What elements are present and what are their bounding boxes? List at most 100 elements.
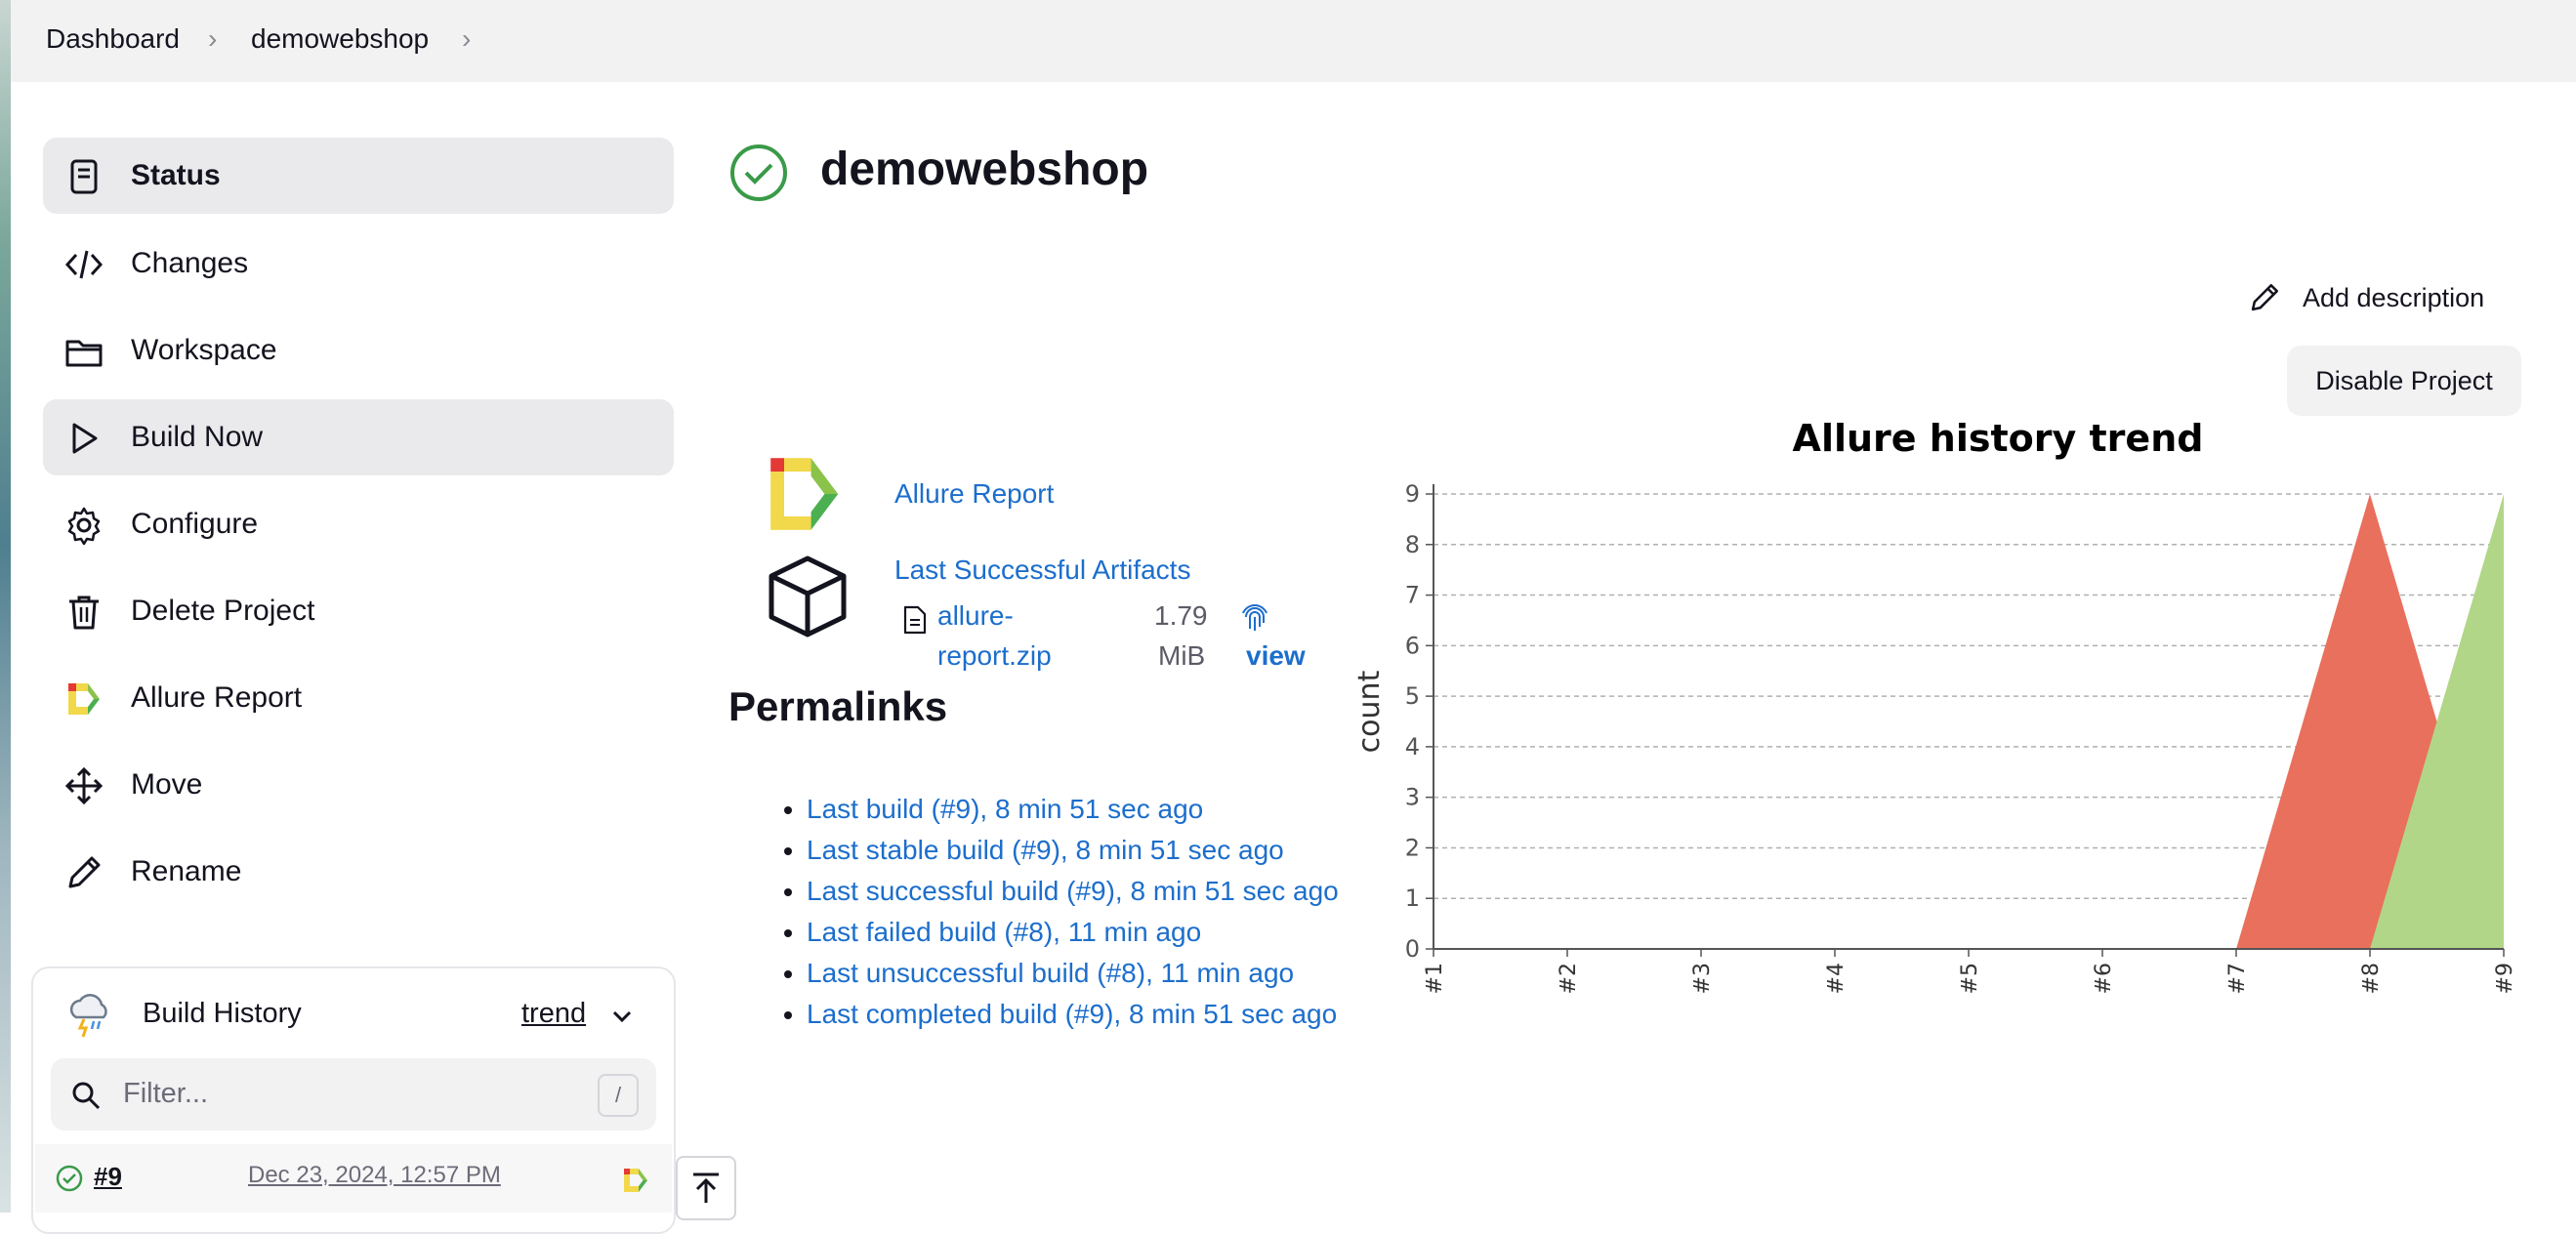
scroll-to-top-button[interactable]: [676, 1156, 736, 1220]
desktop-background-strip: [0, 0, 11, 1213]
sidebar-item-changes[interactable]: Changes: [43, 226, 674, 302]
allure-logo-icon: [68, 683, 100, 715]
add-description-label: Add description: [2303, 283, 2485, 312]
y-axis-label: count: [1352, 670, 1387, 753]
y-tick-label: 1: [1405, 884, 1420, 912]
sidebar-item-label: Build Now: [131, 421, 264, 453]
sidebar-item-rename[interactable]: Rename: [43, 834, 674, 910]
build-history-panel: Build History trend Filter... / #9 Dec 2…: [31, 967, 676, 1234]
y-tick-label: 7: [1405, 582, 1420, 609]
artifact-link-line1[interactable]: allure-: [937, 600, 1014, 632]
folder-icon: [65, 340, 103, 367]
x-tick-label: #7: [2225, 963, 2250, 994]
play-icon: [72, 423, 98, 454]
last-successful-artifacts-link[interactable]: Last Successful Artifacts: [894, 555, 1190, 586]
code-icon: [64, 250, 104, 279]
trend-link[interactable]: trend: [521, 998, 586, 1030]
y-tick-label: 3: [1405, 784, 1420, 811]
breadcrumb-dashboard[interactable]: Dashboard: [46, 23, 180, 55]
document-icon: [70, 159, 98, 194]
allure-report-link[interactable]: Allure Report: [894, 478, 1054, 510]
series-area-failed: [1433, 494, 2504, 949]
x-tick-label: #1: [1423, 963, 1447, 994]
pencil-icon: [2251, 283, 2279, 311]
filter-box[interactable]: Filter... /: [51, 1058, 656, 1131]
permalink-last-unsuccessful-build[interactable]: Last unsuccessful build (#8), 11 min ago: [807, 958, 1294, 988]
permalink-last-successful-build[interactable]: Last successful build (#9), 8 min 51 sec…: [807, 876, 1339, 906]
y-tick-label: 8: [1405, 531, 1420, 558]
x-tick-label: #3: [1690, 963, 1715, 994]
file-icon: [903, 605, 927, 635]
permalink-last-build[interactable]: Last build (#9), 8 min 51 sec ago: [807, 794, 1203, 824]
build-date-link[interactable]: Dec 23, 2024, 12:57 PM: [248, 1162, 501, 1189]
list-item: Last completed build (#9), 8 min 51 sec …: [807, 994, 1412, 1035]
artifact-view-link[interactable]: view: [1246, 640, 1306, 672]
y-tick-label: 9: [1405, 480, 1420, 508]
fingerprint-icon[interactable]: [1240, 601, 1269, 633]
allure-logo-icon[interactable]: [621, 1166, 650, 1195]
list-item: Last failed build (#8), 11 min ago: [807, 912, 1412, 953]
filter-input[interactable]: Filter...: [123, 1078, 208, 1110]
trash-icon: [69, 596, 99, 630]
sidebar-item-label: Workspace: [131, 334, 277, 366]
sidebar-item-delete-project[interactable]: Delete Project: [43, 573, 674, 649]
chevron-right-icon[interactable]: ›: [462, 23, 471, 55]
y-tick-label: 4: [1405, 733, 1420, 761]
sidebar-item-label: Allure Report: [131, 681, 303, 714]
breadcrumb-project[interactable]: demowebshop: [251, 23, 429, 55]
breadcrumb-bar: Dashboard › demowebshop ›: [11, 0, 2576, 82]
x-tick-label: #6: [2092, 963, 2116, 994]
disable-project-button[interactable]: Disable Project: [2287, 346, 2521, 416]
sidebar-item-label: Configure: [131, 508, 259, 540]
sidebar-item-move[interactable]: Move: [43, 747, 674, 823]
x-tick-label: #4: [1824, 963, 1849, 994]
permalinks-heading: Permalinks: [728, 683, 948, 729]
success-check-icon: [730, 144, 787, 201]
artifact-size-value: 1.79: [1154, 600, 1208, 631]
x-tick-label: #8: [2359, 963, 2384, 994]
pencil-icon: [68, 856, 101, 888]
permalink-last-failed-build[interactable]: Last failed build (#8), 11 min ago: [807, 917, 1201, 947]
sidebar-item-label: Delete Project: [131, 595, 315, 627]
sidebar-item-label: Move: [131, 768, 203, 801]
list-item: Last unsuccessful build (#8), 11 min ago: [807, 953, 1412, 994]
list-item: Last build (#9), 8 min 51 sec ago: [807, 789, 1412, 830]
weather-cloud-storm-icon: [69, 994, 107, 1038]
permalink-last-stable-build[interactable]: Last stable build (#9), 8 min 51 sec ago: [807, 835, 1284, 865]
x-tick-label: #9: [2493, 963, 2517, 994]
sidebar-item-label: Rename: [131, 855, 242, 887]
page-title: demowebshop: [820, 144, 1149, 195]
list-item: Last stable build (#9), 8 min 51 sec ago: [807, 830, 1412, 871]
sidebar-item-build-now[interactable]: Build Now: [43, 399, 674, 475]
sidebar-item-workspace[interactable]: Workspace: [43, 312, 674, 389]
chevron-right-icon: ›: [208, 23, 218, 54]
package-box-icon: [769, 555, 847, 638]
arrow-up-to-line-icon: [693, 1172, 719, 1203]
sidebar-item-configure[interactable]: Configure: [43, 486, 674, 562]
y-tick-label: 2: [1405, 834, 1420, 861]
success-check-icon: [56, 1165, 83, 1192]
artifact-size-unit: MiB: [1158, 640, 1206, 671]
list-item: Last successful build (#9), 8 min 51 sec…: [807, 871, 1412, 912]
y-tick-label: 6: [1405, 632, 1420, 659]
permalinks-list: Last build (#9), 8 min 51 sec ago Last s…: [773, 789, 1412, 1035]
y-tick-label: 0: [1405, 935, 1420, 963]
allure-history-trend-chart[interactable]: Allure history trend 0 1 2 3 4 5 6 7 8 9 #1 #2 #3 #4 #5…: [1348, 410, 2539, 1015]
search-icon: [72, 1082, 101, 1110]
sidebar-item-status[interactable]: Status: [43, 138, 674, 214]
chevron-down-icon[interactable]: [609, 1004, 635, 1029]
move-arrows-icon: [64, 766, 104, 805]
sidebar-item-allure-report[interactable]: Allure Report: [43, 660, 674, 736]
sidebar-item-label: Changes: [131, 247, 249, 279]
y-tick-label: 5: [1405, 682, 1420, 710]
gear-icon: [67, 507, 101, 545]
permalink-last-completed-build[interactable]: Last completed build (#9), 8 min 51 sec …: [807, 999, 1337, 1029]
build-row[interactable]: #9 Dec 23, 2024, 12:57 PM: [35, 1144, 672, 1213]
sidebar-item-label: Status: [131, 159, 221, 191]
allure-logo-icon[interactable]: [762, 453, 852, 535]
x-tick-label: #2: [1557, 963, 1581, 994]
build-history-title: Build History: [143, 998, 302, 1029]
chart-title: Allure history trend: [1793, 417, 2204, 460]
artifact-link-line2[interactable]: report.zip: [937, 640, 1052, 672]
build-number-link[interactable]: #9: [94, 1162, 122, 1192]
